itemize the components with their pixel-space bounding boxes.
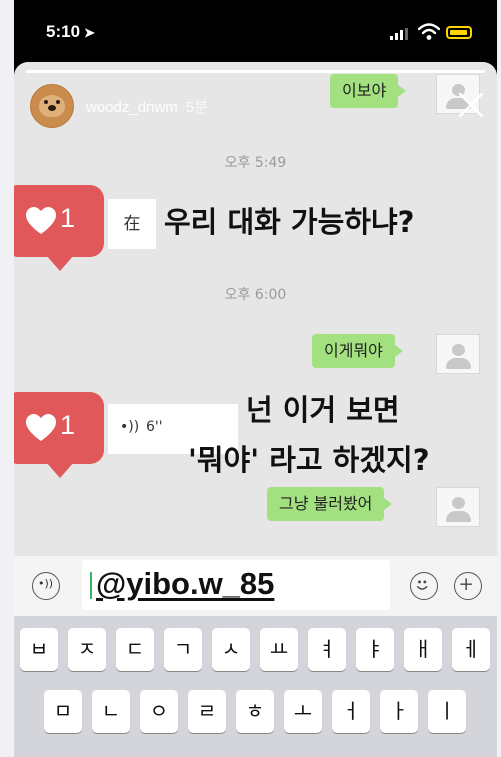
like-badge: 1	[14, 185, 104, 271]
key[interactable]: ㅑ	[356, 628, 394, 671]
chat-bubble-received: 在	[108, 199, 156, 249]
voice-duration: 6''	[146, 419, 163, 435]
profile-placeholder-icon	[436, 487, 480, 527]
chat-bubble-sent: 이게뭐야	[312, 334, 403, 368]
status-bar: 5:10 ➤	[14, 0, 497, 62]
close-icon[interactable]	[456, 90, 486, 120]
plus-circle-icon[interactable]	[454, 572, 482, 600]
wifi-icon	[418, 23, 440, 40]
story-caption: 우리 대화 가능하냐?	[164, 205, 415, 239]
key[interactable]: ㅇ	[140, 690, 178, 733]
key[interactable]: ㅐ	[404, 628, 442, 671]
key[interactable]: ㅈ	[68, 628, 106, 671]
key[interactable]: ㅅ	[212, 628, 250, 671]
story-progress-bar	[26, 70, 485, 73]
story-card[interactable]: woodz_dnwm 5분 이보야 오후 5:49 1 在 우리 대화 가능하냐?…	[14, 62, 497, 757]
key[interactable]: ㅏ	[380, 690, 418, 733]
key[interactable]: ㅓ	[332, 690, 370, 733]
like-count: 1	[60, 410, 76, 440]
story-caption: 넌 이거 보면	[246, 393, 400, 427]
chat-timestamp: 오후 6:00	[224, 287, 287, 303]
story-username[interactable]: woodz_dnwm 5분	[86, 96, 208, 117]
signal-icon	[390, 28, 408, 40]
key[interactable]: ㄷ	[116, 628, 154, 671]
like-count: 1	[60, 203, 76, 233]
key[interactable]: ㄱ	[164, 628, 202, 671]
key[interactable]: ㄴ	[92, 690, 130, 733]
chat-bubble-sent: 그냥 불러봤어	[267, 487, 393, 521]
chat-timestamp: 오후 5:49	[224, 155, 287, 171]
avatar[interactable]	[30, 84, 74, 128]
key[interactable]: ㅁ	[44, 690, 82, 733]
key[interactable]: ㅂ	[20, 628, 58, 671]
location-arrow-icon: ➤	[84, 25, 95, 40]
story-caption: '뭐야' 라고 하겠지?	[188, 443, 430, 477]
voice-circle-icon[interactable]: •))	[32, 572, 60, 600]
phone-screen: 5:10 ➤ woodz_dnwm 5분 이보야 오후 5:49 1 在 우리 …	[14, 0, 497, 757]
story-time-ago: 5분	[185, 99, 208, 116]
key[interactable]: ㅗ	[284, 690, 322, 733]
key[interactable]: ㅔ	[452, 628, 490, 671]
key[interactable]: ㅛ	[260, 628, 298, 671]
status-time: 5:10 ➤	[46, 22, 95, 41]
key[interactable]: ㅎ	[236, 690, 274, 733]
key[interactable]: ㄹ	[188, 690, 226, 733]
key[interactable]: ㅣ	[428, 690, 466, 733]
heart-icon	[26, 414, 56, 441]
text-cursor	[90, 572, 92, 599]
message-input[interactable]: @yibo.w_85	[82, 560, 390, 610]
battery-icon	[446, 26, 472, 39]
korean-keyboard: ㅂ ㅈ ㄷ ㄱ ㅅ ㅛ ㅕ ㅑ ㅐ ㅔ ㅁ ㄴ ㅇ ㄹ ㅎ ㅗ ㅓ ㅏ ㅣ	[14, 616, 497, 757]
profile-placeholder-icon	[436, 334, 480, 374]
message-input-bar: •)) @yibo.w_85	[14, 556, 497, 616]
heart-icon	[26, 207, 56, 234]
like-badge: 1	[14, 392, 104, 478]
message-input-text: @yibo.w_85	[96, 566, 275, 601]
key[interactable]: ㅕ	[308, 628, 346, 671]
voice-wave-icon: •))	[120, 419, 140, 435]
chat-bubble-sent: 이보야	[330, 74, 407, 108]
emoji-icon[interactable]	[410, 572, 438, 600]
